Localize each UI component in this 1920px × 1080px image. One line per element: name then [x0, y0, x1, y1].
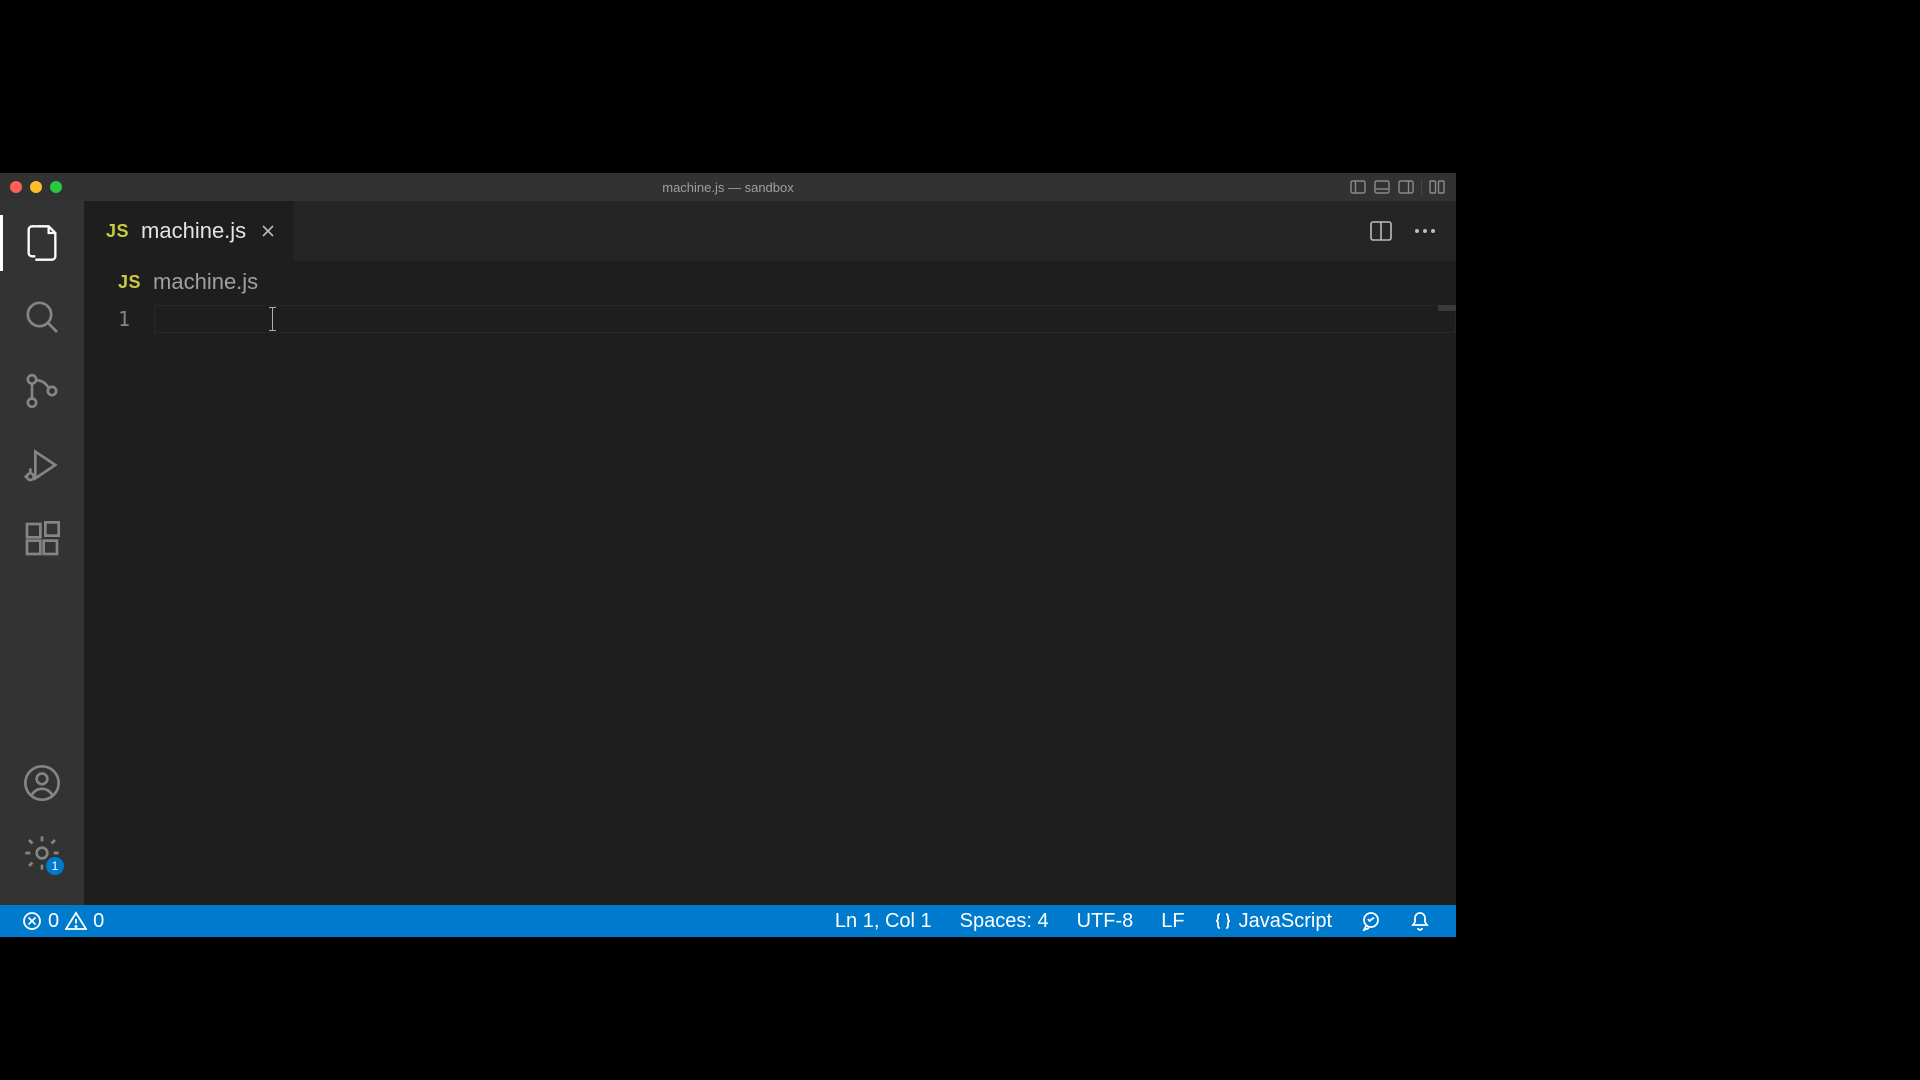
tab-label: machine.js [141, 218, 246, 244]
js-file-icon: JS [118, 272, 141, 293]
toggle-panel-right-icon[interactable] [1397, 178, 1415, 196]
settings-button[interactable]: 1 [14, 825, 70, 881]
source-control-button[interactable] [14, 363, 70, 419]
eol[interactable]: LF [1149, 910, 1196, 933]
toggle-panel-bottom-icon[interactable] [1373, 178, 1391, 196]
breadcrumb-filename: machine.js [153, 269, 258, 295]
tab-bar: JS machine.js [84, 201, 1456, 261]
cursor-position[interactable]: Ln 1, Col 1 [823, 910, 944, 933]
minimap-indicator[interactable] [1438, 305, 1456, 311]
code-area[interactable] [154, 303, 1456, 905]
editor-pane: JS machine.js JS mach [84, 201, 1456, 905]
customize-layout-icon[interactable] [1428, 178, 1446, 196]
editor-body[interactable]: 1 [84, 303, 1456, 905]
extensions-button[interactable] [14, 511, 70, 567]
notifications-button[interactable] [1398, 910, 1442, 932]
error-icon [22, 911, 42, 931]
tab-machine-js[interactable]: JS machine.js [84, 201, 295, 261]
explorer-button[interactable] [14, 215, 70, 271]
window-close-button[interactable] [10, 181, 22, 193]
current-line-highlight [154, 305, 1456, 333]
indentation[interactable]: Spaces: 4 [948, 910, 1061, 933]
status-bar: 0 0 Ln 1, Col 1 Spaces: 4 UTF-8 LF JavaS… [0, 905, 1456, 937]
settings-badge: 1 [46, 857, 64, 875]
braces-icon [1213, 911, 1233, 931]
window-minimize-button[interactable] [30, 181, 42, 193]
run-debug-button[interactable] [14, 437, 70, 493]
toggle-panel-left-icon[interactable] [1349, 178, 1367, 196]
breadcrumb[interactable]: JS machine.js [84, 261, 1456, 303]
accounts-button[interactable] [14, 755, 70, 811]
warning-icon [65, 911, 87, 931]
error-count: 0 [48, 910, 59, 933]
window-controls [0, 181, 62, 193]
problems-button[interactable]: 0 0 [14, 905, 112, 937]
search-button[interactable] [14, 289, 70, 345]
split-editor-button[interactable] [1368, 218, 1394, 244]
feedback-icon [1360, 911, 1382, 931]
line-gutter: 1 [84, 303, 154, 905]
js-file-icon: JS [106, 221, 129, 242]
separator [1421, 179, 1422, 195]
bell-icon [1410, 910, 1430, 932]
titlebar: machine.js — sandbox [0, 173, 1456, 201]
line-number: 1 [84, 307, 130, 331]
titlebar-layout-controls [1349, 178, 1456, 196]
activity-bar: 1 [0, 201, 84, 905]
warning-count: 0 [93, 910, 104, 933]
language-mode[interactable]: JavaScript [1201, 910, 1344, 933]
feedback-button[interactable] [1348, 911, 1394, 931]
more-actions-button[interactable] [1412, 218, 1438, 244]
tab-close-button[interactable] [258, 221, 278, 241]
editor-window: machine.js — sandbox [0, 173, 1456, 937]
encoding[interactable]: UTF-8 [1065, 910, 1146, 933]
text-cursor [272, 307, 273, 331]
window-maximize-button[interactable] [50, 181, 62, 193]
window-title: machine.js — sandbox [0, 180, 1456, 195]
